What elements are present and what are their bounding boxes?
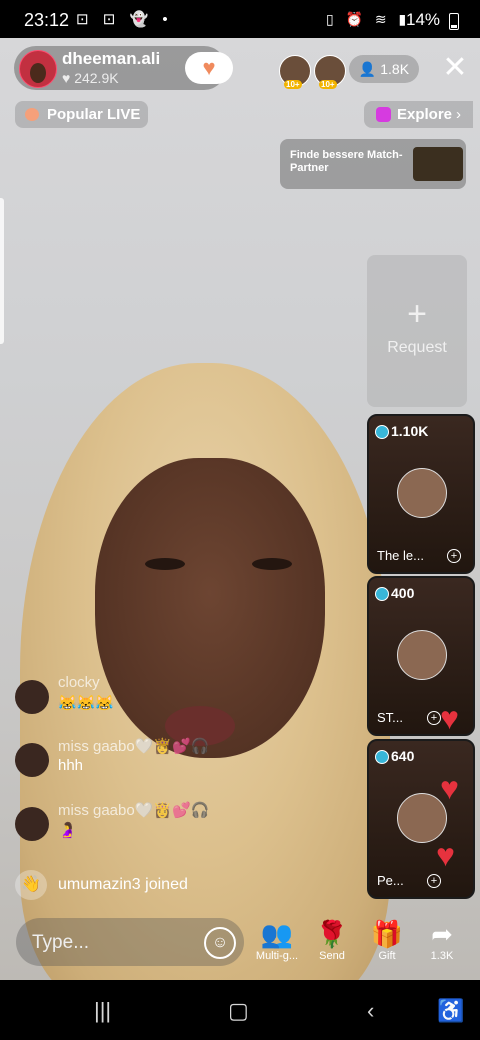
heart-plus-icon: ♥ [202, 55, 216, 80]
guest-name: ST... [377, 710, 404, 725]
chevron-right-icon: › [456, 106, 461, 123]
video-subject-eye [252, 558, 292, 570]
close-button[interactable]: ✕ [441, 51, 469, 85]
battery-percent: 14% [406, 10, 441, 29]
status-bar: 23:12 ⊡ ⊡ 👻 • ▯ ⏰ ≋ ▮ 14% [0, 0, 480, 38]
gift-icon: 🎁 [370, 919, 404, 949]
gift-label: Gift [378, 950, 396, 962]
notification-icons: ⊡ ⊡ 👻 • [76, 11, 173, 28]
viewer-level-badge: 10+ [284, 80, 302, 89]
rose-icon: 🌹 [315, 919, 349, 949]
comment-input-box[interactable]: ☺ [16, 918, 244, 966]
gift-button[interactable]: 🎁 Gift [362, 920, 412, 962]
commenter-avatar[interactable] [15, 807, 49, 841]
request-label: Request [387, 339, 447, 356]
multi-guest-button[interactable]: 👥 Multi-g... [252, 920, 302, 962]
multi-guest-label: Multi-g... [255, 950, 299, 962]
guest-name: The le... [377, 548, 424, 563]
viewer-count: 1.8K [380, 61, 410, 77]
share-icon: ➦ [431, 919, 453, 949]
gem-icon [375, 425, 389, 439]
wave-icon: 👋 [15, 870, 47, 900]
comment-input[interactable] [30, 930, 194, 956]
home-icon[interactable]: ▢ [228, 998, 249, 1024]
people-icon: 👥 [260, 919, 294, 949]
guest-name: Pe... [377, 873, 404, 888]
plus-icon: + [407, 295, 427, 333]
host-info[interactable]: dheeman.ali ♥ 242.9K ♥ [14, 46, 233, 90]
send-label: Send [319, 950, 345, 962]
guest-tile[interactable]: 640 Pe... + [367, 739, 475, 899]
guest-score: 640 [391, 748, 415, 764]
video-subject-eye [145, 558, 185, 570]
heart-icon: ♥ [440, 700, 459, 736]
popular-live-label: Popular LIVE [47, 106, 141, 123]
explore-label: Explore [397, 106, 453, 123]
promo-banner[interactable]: Finde bessere Match-Partner [280, 139, 466, 189]
gem-icon [375, 750, 389, 764]
close-icon: ✕ [442, 51, 468, 84]
recent-apps-icon[interactable]: ||| [94, 998, 111, 1024]
comment-message: hhh [58, 757, 84, 774]
share-button[interactable]: ➦ 1.3K [417, 920, 467, 962]
emoji-icon[interactable]: ☺ [204, 927, 236, 959]
guest-score: 1.10K [391, 423, 429, 439]
popular-live-tag[interactable]: Popular LIVE [15, 101, 148, 128]
gem-icon [375, 587, 389, 601]
viewer-level-badge: 10+ [319, 80, 337, 89]
system-icons: ▯ ⏰ ≋ ▮ [326, 11, 411, 27]
top-viewer-avatar[interactable]: 10+ [314, 55, 346, 89]
side-panel-handle[interactable] [0, 198, 4, 344]
top-viewer-avatar[interactable]: 10+ [279, 55, 311, 89]
person-icon: 👤 [358, 61, 377, 77]
follow-button[interactable]: ♥ [185, 52, 233, 84]
add-icon[interactable]: + [427, 711, 441, 725]
host-likes-count: 242.9K [74, 70, 119, 86]
explore-button[interactable]: Explore › [364, 101, 473, 128]
guest-avatar [397, 468, 447, 518]
joined-text: umumazin3 joined [58, 876, 188, 894]
send-button[interactable]: 🌹 Send [307, 920, 357, 962]
comment-username[interactable]: miss gaabo🤍👸💕🎧 [58, 801, 209, 819]
popular-icon [25, 108, 39, 121]
battery-icon [449, 13, 459, 30]
joined-username: umumazin3 [58, 876, 141, 893]
request-guest-button[interactable]: + Request [367, 255, 467, 407]
guest-score: 400 [391, 585, 415, 601]
comment-username[interactable]: miss gaabo🤍👸💕🎧 [58, 737, 209, 755]
joined-suffix: joined [145, 876, 188, 893]
host-avatar[interactable] [19, 50, 57, 88]
guest-tile[interactable]: 1.10K The le... + [367, 414, 475, 574]
comment-username[interactable]: clocky [58, 674, 100, 691]
comment-message: 😹😹😹 [58, 695, 115, 712]
guest-avatar [397, 630, 447, 680]
back-icon[interactable]: ‹ [367, 998, 374, 1024]
heart-icon: ♥ [436, 837, 455, 873]
heart-icon: ♥ [440, 770, 459, 806]
host-name: dheeman.ali [62, 49, 161, 68]
add-icon[interactable]: + [447, 549, 461, 563]
commenter-avatar[interactable] [15, 743, 49, 777]
comment-message: 🤰 [58, 822, 77, 839]
status-time: 23:12 [24, 10, 70, 30]
explore-icon [376, 107, 391, 122]
accessibility-icon[interactable]: ♿ [437, 998, 464, 1024]
commenter-avatar[interactable] [15, 680, 49, 714]
viewer-count-button[interactable]: 👤 1.8K [349, 55, 419, 83]
add-icon[interactable]: + [427, 874, 441, 888]
share-count: 1.3K [430, 950, 454, 962]
host-likes: ♥ 242.9K [62, 70, 119, 86]
system-nav-bar: ||| ▢ ‹ ♿ [0, 980, 480, 1040]
promo-text: Finde bessere Match-Partner [290, 149, 403, 174]
promo-image [413, 147, 463, 181]
